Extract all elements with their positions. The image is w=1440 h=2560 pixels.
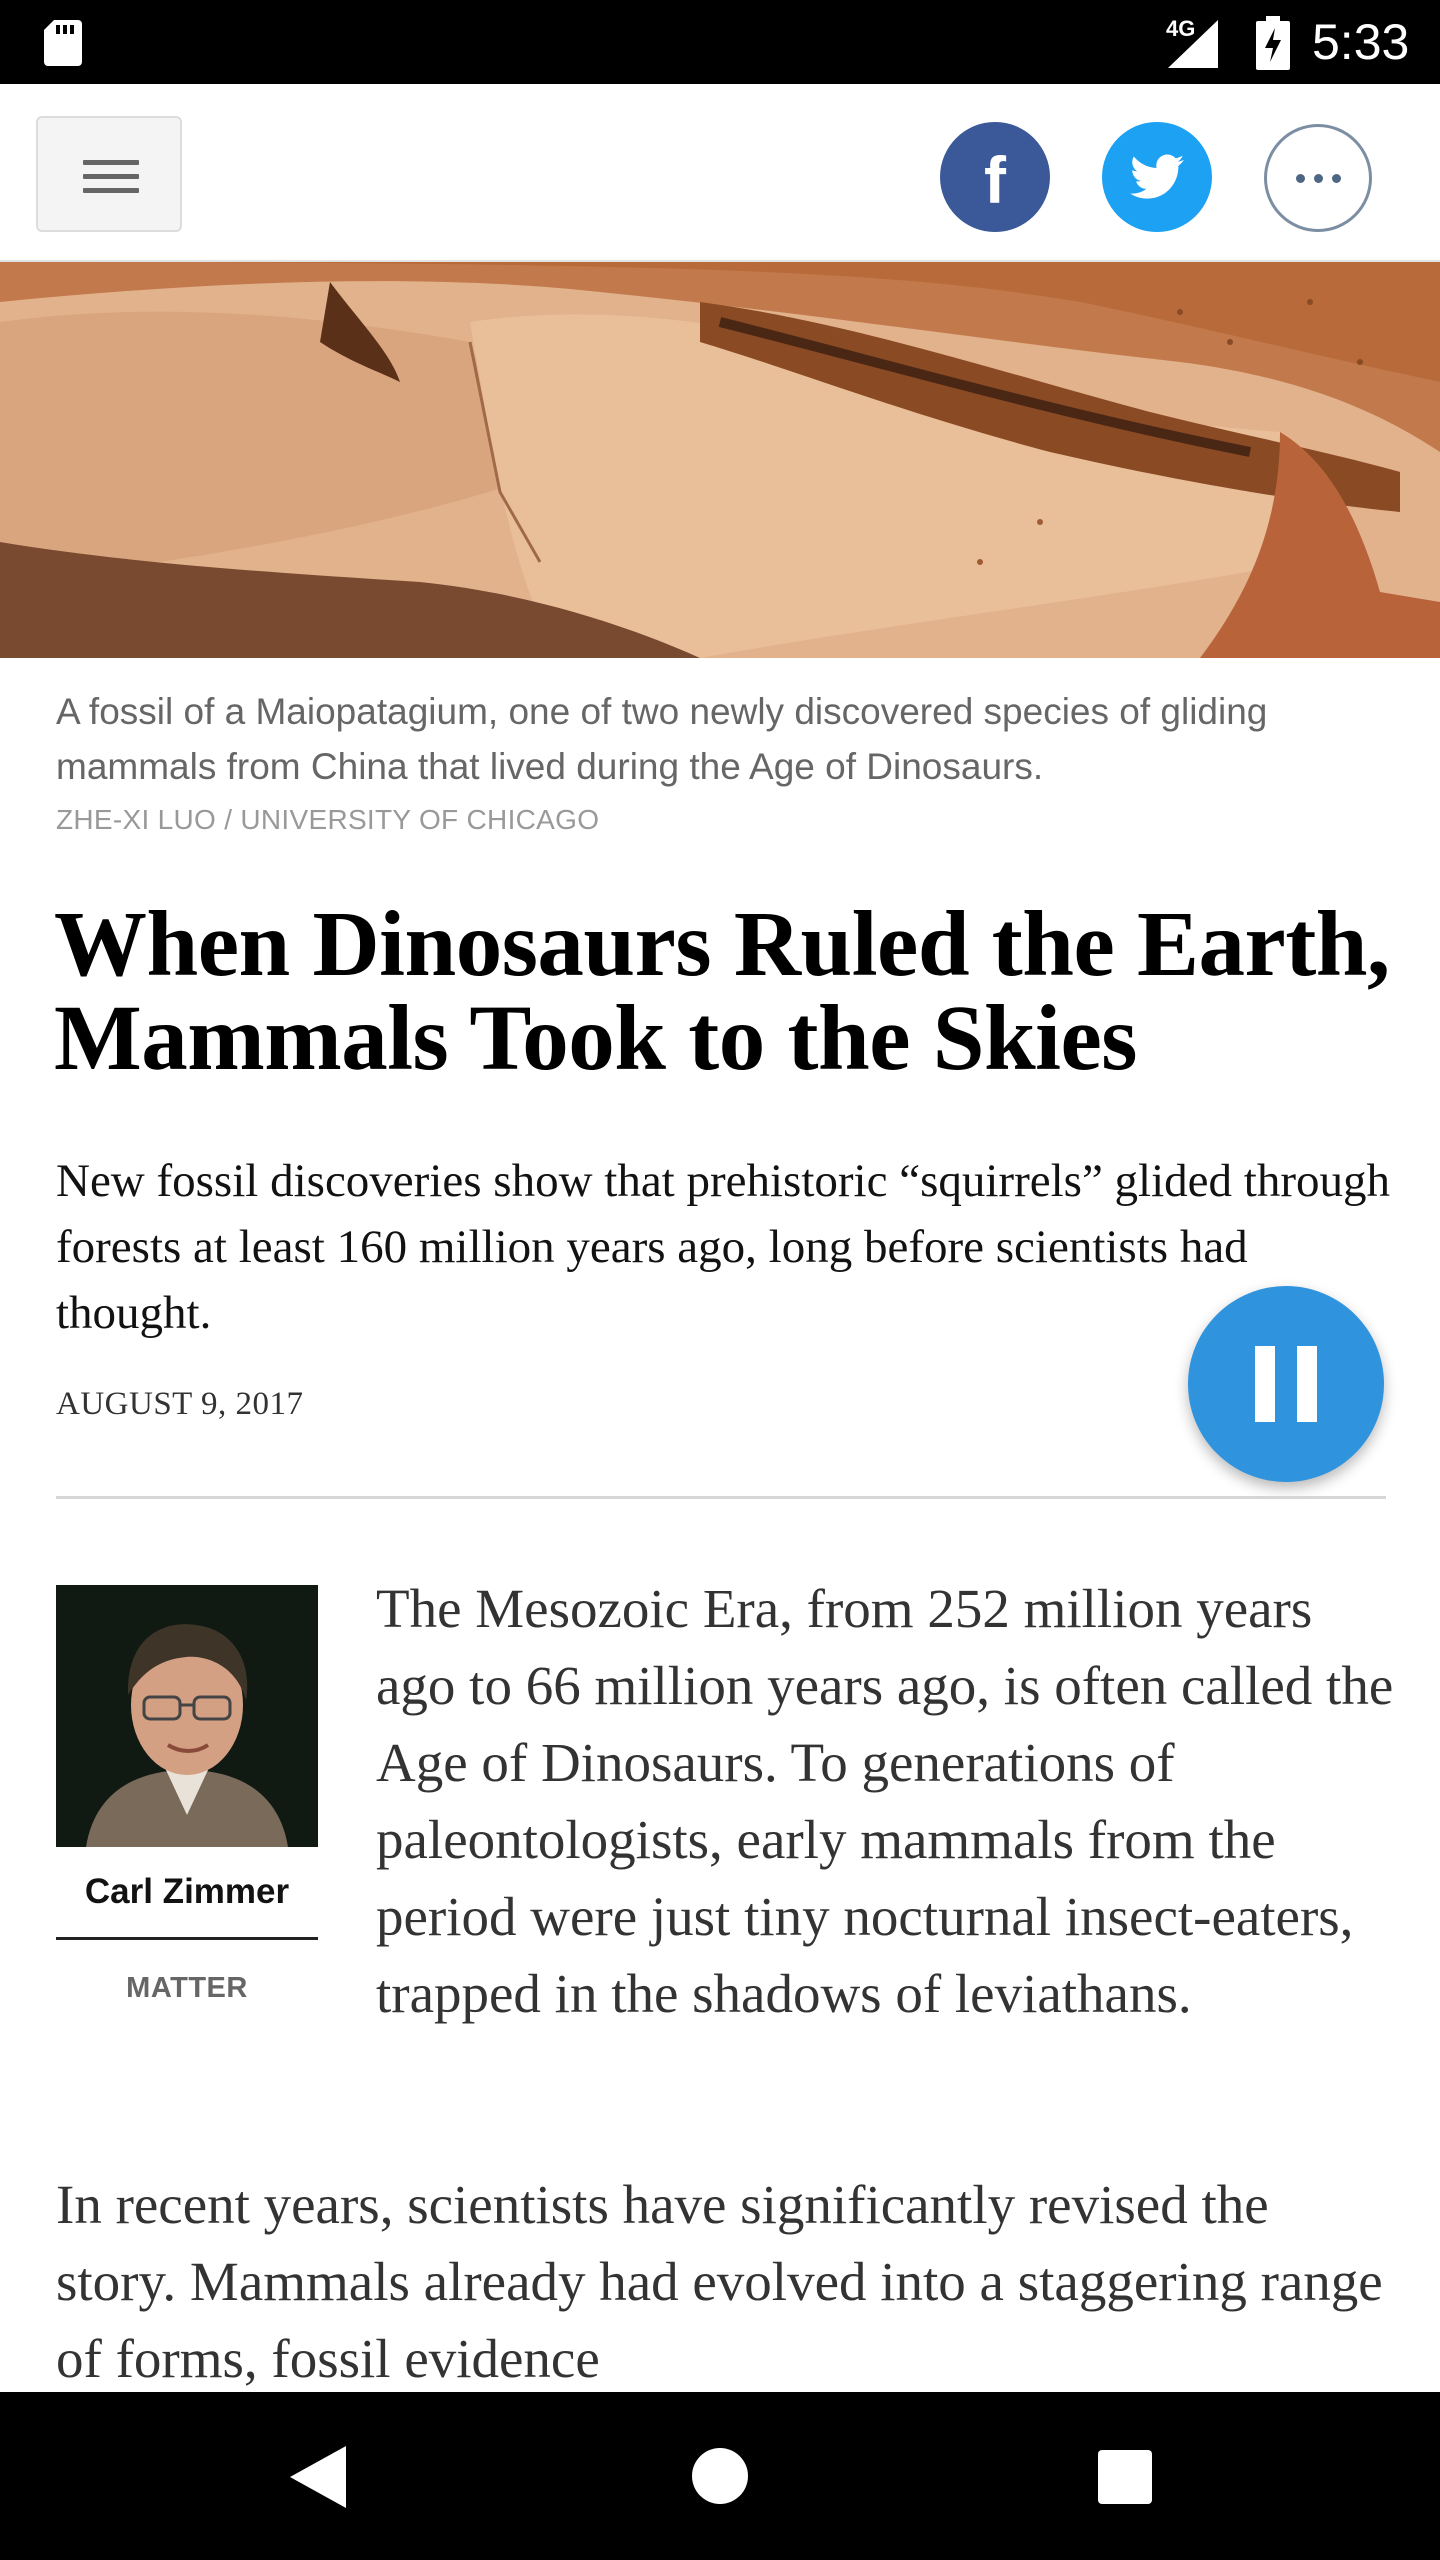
facebook-share-button[interactable]: f bbox=[940, 122, 1050, 232]
menu-button[interactable] bbox=[36, 116, 182, 232]
battery-charging-icon bbox=[1256, 16, 1290, 70]
article-date: AUGUST 9, 2017 bbox=[56, 1386, 304, 1422]
article-headline: When Dinosaurs Ruled the Earth, Mammals … bbox=[54, 893, 1390, 1090]
home-icon[interactable] bbox=[692, 2448, 748, 2504]
back-icon[interactable] bbox=[290, 2446, 346, 2508]
system-nav-bar bbox=[0, 2392, 1440, 2560]
more-dots-icon bbox=[1295, 173, 1305, 183]
article-summary: New fossil discoveries show that prehist… bbox=[56, 1155, 1390, 1339]
top-toolbar: f bbox=[0, 84, 1440, 262]
hero-fossil-image bbox=[0, 262, 1440, 658]
audio-pause-button[interactable] bbox=[1188, 1286, 1384, 1482]
more-options-button[interactable] bbox=[1264, 124, 1372, 232]
facebook-icon: f bbox=[984, 143, 1006, 217]
article-paragraph-1: The Mesozoic Era, from 252 million years… bbox=[56, 1570, 1396, 2109]
pause-icon bbox=[1255, 1346, 1275, 1422]
clock: 5:33 bbox=[1312, 14, 1410, 70]
sd-card-icon bbox=[44, 20, 82, 66]
twitter-share-button[interactable] bbox=[1102, 122, 1212, 232]
recents-icon[interactable] bbox=[1098, 2450, 1152, 2504]
divider bbox=[56, 1496, 1386, 1499]
image-credit: ZHE-XI LUO / UNIVERSITY OF CHICAGO bbox=[56, 804, 600, 835]
article-paragraph-2: In recent years, scientists have signifi… bbox=[56, 2174, 1383, 2389]
fossil-photo bbox=[0, 262, 1440, 658]
twitter-bird-icon bbox=[1130, 154, 1184, 199]
status-bar: 4G 5:33 bbox=[0, 0, 1440, 84]
paragraph-text: The Mesozoic Era, from 252 million years… bbox=[376, 1578, 1394, 2024]
image-caption: A fossil of a Maiopatagium, one of two n… bbox=[56, 691, 1268, 787]
signal-icon bbox=[1168, 20, 1218, 68]
